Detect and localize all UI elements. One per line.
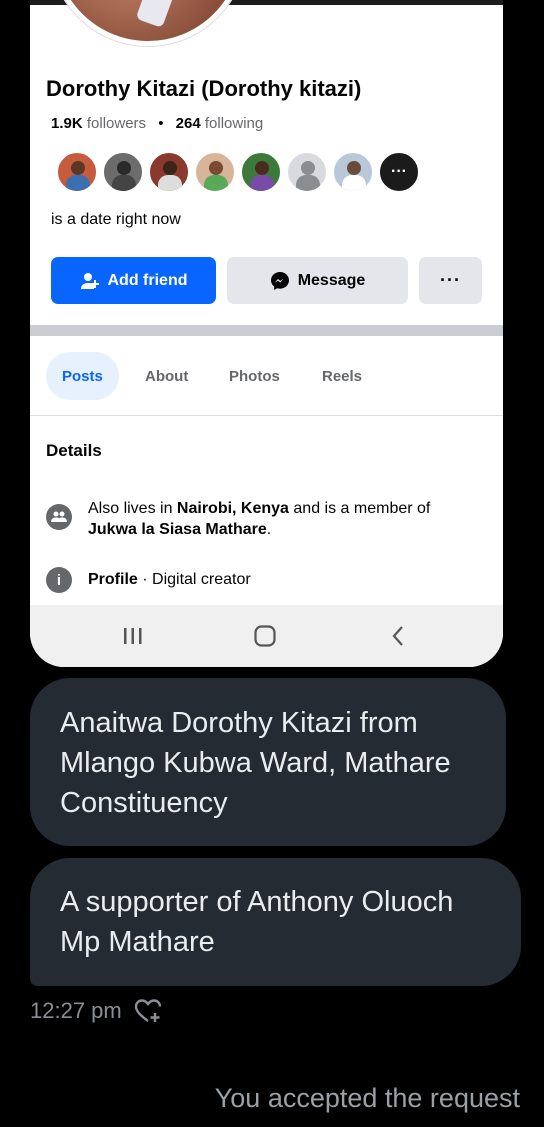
profile-avatar[interactable] — [50, 0, 246, 46]
friend-avatar[interactable] — [194, 151, 236, 193]
info-icon: i — [46, 567, 72, 593]
message-label: Message — [297, 271, 366, 289]
profile-bio: is a date right now — [51, 211, 181, 228]
followers-count[interactable]: 1.9K — [51, 115, 83, 132]
profile-screenshot-card: Dorothy Kitazi (Dorothy kitazi) 1.9K fol… — [30, 0, 503, 667]
profile-sep: · — [137, 571, 153, 588]
recents-icon[interactable] — [120, 623, 146, 649]
friend-avatar-placeholder[interactable] — [286, 151, 328, 193]
stats-separator: • — [158, 115, 164, 132]
friend-avatar[interactable] — [332, 151, 374, 193]
friend-avatar[interactable] — [56, 151, 98, 193]
messenger-icon — [270, 271, 290, 291]
more-options-button[interactable]: ··· — [419, 257, 482, 304]
chat-message-bubble[interactable]: Anaitwa Dorothy Kitazi from Mlango Kubwa… — [30, 678, 506, 846]
lives-prefix: Also lives in — [88, 500, 177, 517]
friend-avatar[interactable] — [240, 151, 282, 193]
friend-avatar[interactable] — [148, 151, 190, 193]
request-accepted-notice: You accepted the request — [214, 1083, 520, 1113]
followers-label[interactable]: followers — [87, 115, 146, 132]
message-meta: 12:27 pm — [30, 994, 164, 1028]
group-icon — [46, 504, 72, 530]
android-nav-bar — [30, 605, 503, 667]
lives-place-link[interactable]: Nairobi, Kenya — [177, 500, 289, 517]
tab-posts[interactable]: Posts — [46, 352, 119, 400]
section-divider — [30, 325, 503, 336]
follow-stats: 1.9K followers • 264 following — [51, 115, 263, 132]
tabs-divider — [30, 415, 503, 416]
group-suffix: . — [266, 521, 272, 538]
group-link[interactable]: Jukwa la Siasa Mathare — [88, 521, 267, 538]
detail-profile-type: i Profile · Digital creator — [46, 567, 486, 593]
detail-lives-in: Also lives in Nairobi, Kenya and is a me… — [46, 498, 486, 540]
message-time: 12:27 pm — [30, 998, 122, 1023]
more-friends-button[interactable]: ··· — [378, 151, 420, 193]
back-icon[interactable] — [385, 623, 411, 649]
lives-middle: and is a member of — [288, 500, 431, 517]
chat-message-bubble[interactable]: A supporter of Anthony Oluoch Mp Mathare — [30, 858, 521, 986]
friend-avatar[interactable] — [102, 151, 144, 193]
mutual-friends-row: ··· — [56, 151, 424, 193]
profile-label: Profile — [88, 571, 138, 588]
home-icon[interactable] — [252, 623, 278, 649]
add-friend-label: Add friend — [107, 271, 188, 289]
tab-photos[interactable]: Photos — [229, 352, 280, 400]
profile-value: Digital creator — [152, 571, 251, 588]
person-plus-icon — [80, 271, 100, 291]
following-count[interactable]: 264 — [176, 115, 201, 132]
details-heading: Details — [46, 441, 102, 460]
heart-plus-icon[interactable] — [134, 998, 164, 1024]
profile-name: Dorothy Kitazi (Dorothy kitazi) — [46, 76, 362, 101]
message-button[interactable]: Message — [227, 257, 408, 304]
following-label[interactable]: following — [205, 115, 263, 132]
profile-tabs: Posts About Photos Reels — [30, 352, 503, 400]
add-friend-button[interactable]: Add friend — [51, 257, 216, 304]
tab-about[interactable]: About — [145, 352, 188, 400]
tab-reels[interactable]: Reels — [322, 352, 362, 400]
